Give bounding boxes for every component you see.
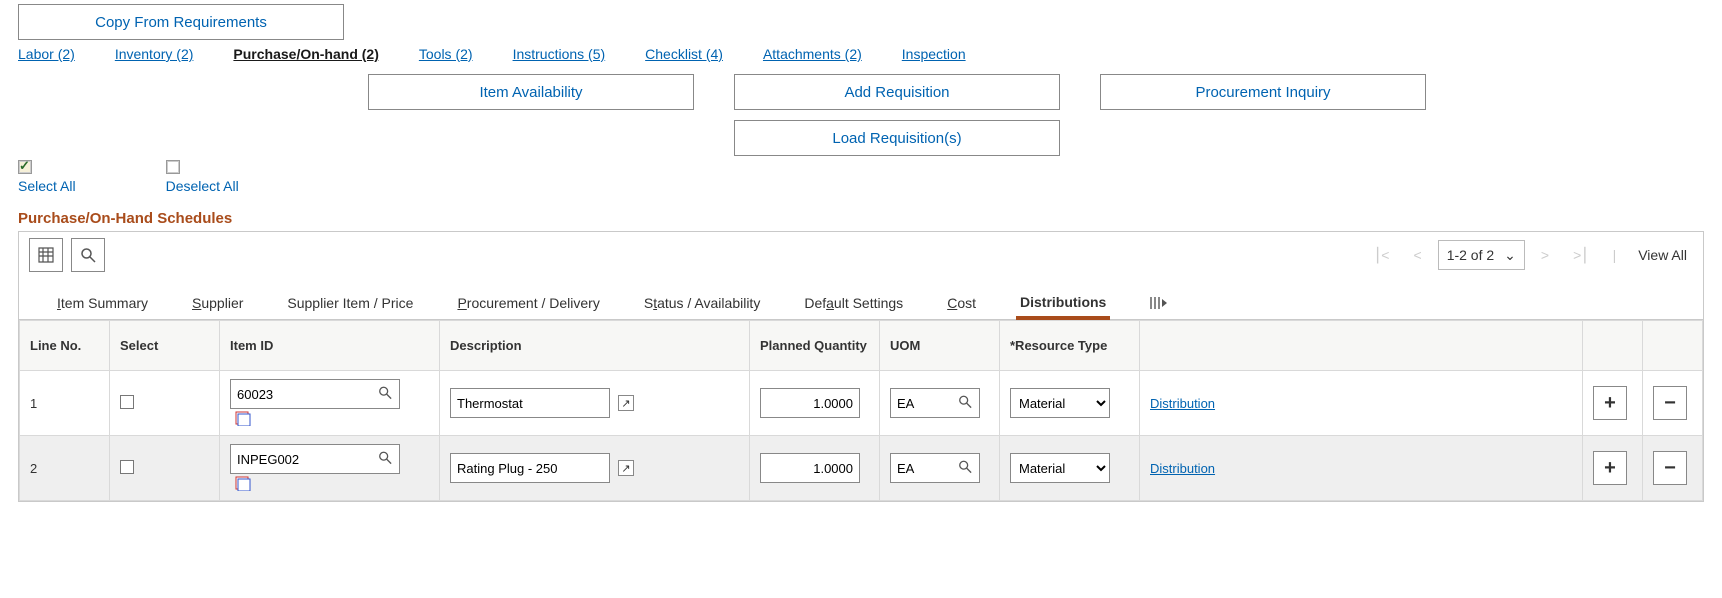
viewtab-cost[interactable]: Cost [943, 287, 980, 319]
nav-next-icon[interactable]: > [1533, 247, 1557, 263]
description-input[interactable] [450, 453, 610, 483]
section-title: Purchase/On-Hand Schedules [18, 210, 1704, 227]
expand-description-icon[interactable]: ↗ [618, 395, 634, 411]
row-select-checkbox[interactable] [120, 460, 134, 474]
cell-line-no: 1 [20, 371, 110, 436]
table-row: 1 ↗ [20, 371, 1703, 436]
load-requisitions-button[interactable]: Load Requisition(s) [734, 120, 1060, 156]
resource-type-select[interactable]: Material [1010, 388, 1110, 418]
col-uom[interactable]: UOM [880, 321, 1000, 371]
col-delete [1643, 321, 1703, 371]
nav-prev-icon[interactable]: < [1406, 247, 1430, 263]
select-all-checkbox[interactable] [18, 160, 32, 174]
tab-inspection[interactable]: Inspection [902, 46, 966, 62]
nav-last-icon[interactable]: >⎮ [1565, 247, 1596, 264]
tab-labor[interactable]: Labor (2) [18, 46, 75, 62]
add-row-button[interactable]: + [1593, 386, 1627, 420]
select-all-link[interactable]: Select All [18, 178, 76, 194]
expand-description-icon[interactable]: ↗ [618, 460, 634, 476]
deselect-all-checkbox[interactable] [166, 160, 180, 174]
uom-lookup-icon[interactable] [958, 460, 972, 477]
viewtab-supplier-item-price[interactable]: Supplier Item / Price [283, 287, 417, 319]
col-description[interactable]: Description [440, 321, 750, 371]
grid-find-button[interactable] [71, 238, 105, 272]
col-item-id[interactable]: Item ID [220, 321, 440, 371]
viewtab-status-availability[interactable]: Status / Availability [640, 287, 764, 319]
item-id-input[interactable] [230, 444, 400, 474]
col-distribution [1140, 321, 1583, 371]
cell-line-no: 2 [20, 436, 110, 501]
view-all-link[interactable]: View All [1632, 247, 1693, 263]
separator: | [1605, 247, 1625, 263]
row-select-checkbox[interactable] [120, 395, 134, 409]
item-id-lookup-icon[interactable] [378, 386, 392, 403]
distribution-link[interactable]: Distribution [1150, 461, 1215, 476]
tab-inventory[interactable]: Inventory (2) [115, 46, 194, 62]
procurement-inquiry-button[interactable]: Procurement Inquiry [1100, 74, 1426, 110]
tab-tools[interactable]: Tools (2) [419, 46, 473, 62]
item-id-lookup-icon[interactable] [378, 451, 392, 468]
magnifier-icon [80, 247, 96, 263]
tab-checklist[interactable]: Checklist (4) [645, 46, 723, 62]
delete-row-button[interactable]: − [1653, 386, 1687, 420]
add-requisition-button[interactable]: Add Requisition [734, 74, 1060, 110]
related-actions-icon[interactable] [234, 409, 252, 427]
viewtab-supplier[interactable]: Supplier [188, 287, 247, 319]
related-actions-icon[interactable] [234, 474, 252, 492]
distribution-link[interactable]: Distribution [1150, 396, 1215, 411]
row-range-label: 1-2 of 2 [1447, 247, 1494, 263]
viewtab-distributions[interactable]: Distributions [1016, 286, 1110, 320]
col-add [1583, 321, 1643, 371]
delete-row-button[interactable]: − [1653, 451, 1687, 485]
add-row-button[interactable]: + [1593, 451, 1627, 485]
deselect-all-link[interactable]: Deselect All [166, 178, 239, 194]
viewtab-default-settings[interactable]: Default Settings [800, 287, 907, 319]
copy-from-requirements-button[interactable]: Copy From Requirements [18, 4, 344, 40]
col-select[interactable]: Select [110, 321, 220, 371]
grid-personalize-button[interactable] [29, 238, 63, 272]
viewtab-procurement-delivery[interactable]: Procurement / Delivery [453, 287, 603, 319]
item-id-input[interactable] [230, 379, 400, 409]
tab-purchase-on-hand[interactable]: Purchase/On-hand (2) [233, 46, 378, 62]
show-all-columns-icon[interactable] [1146, 290, 1172, 319]
planned-qty-input[interactable] [760, 388, 860, 418]
table-row: 2 ↗ [20, 436, 1703, 501]
row-range-selector[interactable]: 1-2 of 2 ⌄ [1438, 240, 1525, 270]
col-resource-type[interactable]: *Resource Type [1000, 321, 1140, 371]
tab-attachments[interactable]: Attachments (2) [763, 46, 862, 62]
col-planned-qty[interactable]: Planned Quantity [750, 321, 880, 371]
planned-qty-input[interactable] [760, 453, 860, 483]
tab-instructions[interactable]: Instructions (5) [513, 46, 606, 62]
viewtab-item-summary[interactable]: Item Summary [53, 287, 152, 319]
nav-first-icon[interactable]: ⎮< [1366, 247, 1397, 264]
grid-icon [38, 247, 54, 263]
description-input[interactable] [450, 388, 610, 418]
col-line-no[interactable]: Line No. [20, 321, 110, 371]
resource-type-select[interactable]: Material [1010, 453, 1110, 483]
chevron-down-icon: ⌄ [1504, 247, 1516, 264]
uom-lookup-icon[interactable] [958, 395, 972, 412]
item-availability-button[interactable]: Item Availability [368, 74, 694, 110]
